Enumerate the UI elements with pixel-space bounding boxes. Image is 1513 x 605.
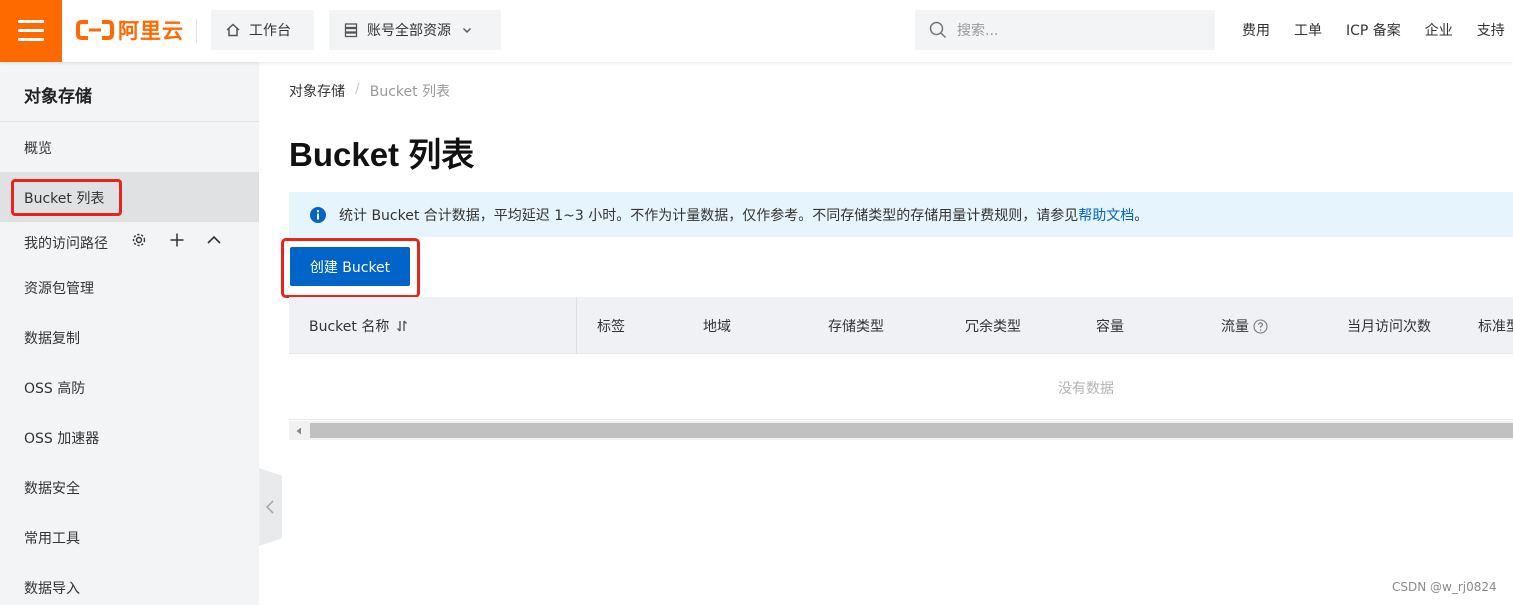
page-title: Bucket 列表 bbox=[289, 136, 475, 173]
breadcrumb-separator: / bbox=[355, 81, 360, 97]
column-header-tags: 标签 bbox=[597, 319, 625, 335]
resources-label: 账号全部资源 bbox=[367, 23, 451, 39]
table-header: Bucket 名称 标签 地域 存储类型 冗余类型 容量 流量 当月访问次数 标… bbox=[289, 297, 1513, 354]
column-header-region: 地域 bbox=[703, 319, 731, 335]
search-icon bbox=[929, 21, 947, 39]
link-icp[interactable]: ICP 备案 bbox=[1346, 20, 1401, 40]
header-divider bbox=[196, 19, 197, 43]
access-path-actions bbox=[131, 232, 222, 248]
column-header-redundancy: 冗余类型 bbox=[965, 319, 1021, 335]
workbench-label: 工作台 bbox=[249, 23, 291, 39]
sidebar-title: 对象存储 bbox=[24, 87, 92, 107]
highlight-box bbox=[281, 238, 420, 298]
column-header-bucket-name[interactable]: Bucket 名称 bbox=[309, 316, 409, 336]
info-icon bbox=[310, 206, 326, 223]
workbench-button[interactable]: 工作台 bbox=[211, 10, 314, 50]
breadcrumb: 对象存储 / Bucket 列表 bbox=[289, 81, 450, 101]
column-divider bbox=[576, 297, 577, 354]
menu-icon[interactable] bbox=[0, 0, 62, 62]
sidebar-item-access-path[interactable]: 我的访问路径 bbox=[24, 233, 108, 253]
help-icon[interactable] bbox=[1253, 318, 1268, 334]
sidebar-item-resource-packages[interactable]: 资源包管理 bbox=[24, 278, 94, 298]
column-header-capacity: 容量 bbox=[1096, 319, 1124, 335]
table-empty-row bbox=[289, 354, 1513, 420]
chevron-left-icon bbox=[265, 500, 274, 514]
sidebar-item-overview[interactable]: 概览 bbox=[24, 138, 52, 158]
column-label: 流量 bbox=[1221, 319, 1249, 335]
column-header-storage-class: 存储类型 bbox=[828, 319, 884, 335]
notice-end: 。 bbox=[1134, 207, 1149, 224]
column-header-monthly-requests: 当月访问次数 bbox=[1347, 319, 1431, 335]
breadcrumb-root[interactable]: 对象存储 bbox=[289, 81, 345, 101]
sidebar: 对象存储 概览 Bucket 列表 我的访问路径 资源包管理 数据复制 OSS … bbox=[0, 62, 259, 605]
aliyun-logo[interactable]: 阿里云 bbox=[76, 16, 184, 44]
search-placeholder: 搜索... bbox=[957, 23, 999, 39]
sidebar-item-data-replication[interactable]: 数据复制 bbox=[24, 328, 80, 348]
notice-text: 统计 Bucket 合计数据，平均延迟 1~3 小时。不作为计量数据，仅作参考。… bbox=[339, 207, 1079, 224]
home-icon bbox=[226, 23, 240, 37]
info-notice: 统计 Bucket 合计数据，平均延迟 1~3 小时。不作为计量数据，仅作参考。… bbox=[289, 192, 1513, 237]
chevron-down-icon bbox=[463, 28, 471, 33]
watermark: CSDN @w_rj0824 bbox=[1392, 580, 1497, 594]
resources-dropdown[interactable]: 账号全部资源 bbox=[329, 10, 501, 50]
link-fees[interactable]: 费用 bbox=[1242, 20, 1270, 40]
column-header-traffic: 流量 bbox=[1221, 316, 1268, 336]
sidebar-collapse-handle[interactable] bbox=[259, 468, 282, 546]
link-enterprise[interactable]: 企业 bbox=[1425, 20, 1453, 40]
search-input[interactable]: 搜索... bbox=[915, 10, 1215, 50]
sidebar-item-common-tools[interactable]: 常用工具 bbox=[24, 528, 80, 548]
top-links: 费用 工单 ICP 备案 企业 支持 bbox=[1242, 20, 1513, 40]
top-bar: 阿里云 工作台 账号全部资源 搜索... 费用 工单 ICP 备案 企业 支持 bbox=[0, 0, 1513, 62]
breadcrumb-current: Bucket 列表 bbox=[369, 84, 451, 100]
help-doc-link[interactable]: 帮助文档 bbox=[1078, 205, 1134, 225]
sort-icon[interactable] bbox=[395, 319, 409, 333]
scrollbar-thumb[interactable] bbox=[310, 423, 1513, 438]
empty-state-text: 没有数据 bbox=[1058, 381, 1114, 397]
plus-icon[interactable] bbox=[169, 232, 185, 248]
horizontal-scrollbar[interactable] bbox=[289, 421, 1513, 440]
column-header-standard: 标准型 bbox=[1478, 319, 1513, 335]
server-icon bbox=[344, 23, 358, 38]
column-label: Bucket 名称 bbox=[309, 319, 390, 335]
sidebar-item-data-import[interactable]: 数据导入 bbox=[24, 578, 80, 598]
gear-icon[interactable] bbox=[131, 232, 147, 248]
sidebar-item-oss-ddos[interactable]: OSS 高防 bbox=[24, 378, 85, 398]
aliyun-logo-icon bbox=[76, 19, 114, 41]
logo-text: 阿里云 bbox=[118, 19, 184, 43]
link-tickets[interactable]: 工单 bbox=[1294, 20, 1322, 40]
sidebar-item-data-security[interactable]: 数据安全 bbox=[24, 478, 80, 498]
sidebar-divider bbox=[0, 121, 259, 122]
highlight-box bbox=[11, 179, 122, 216]
link-support[interactable]: 支持 bbox=[1477, 20, 1505, 40]
chevron-up-icon[interactable] bbox=[206, 232, 222, 248]
scroll-left-icon[interactable] bbox=[289, 421, 309, 440]
sidebar-item-oss-accelerator[interactable]: OSS 加速器 bbox=[24, 428, 99, 448]
